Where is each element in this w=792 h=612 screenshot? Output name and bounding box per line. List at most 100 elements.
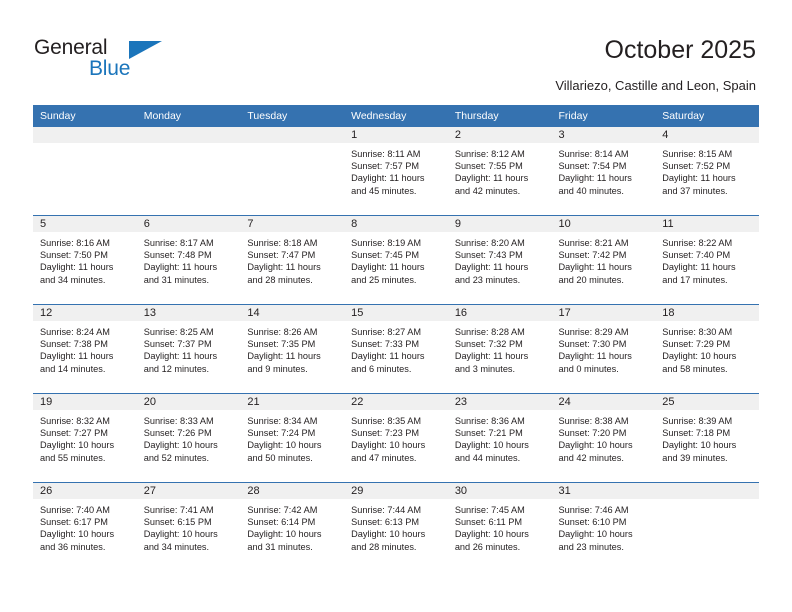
day-number: 8 — [344, 216, 448, 232]
sunset-text: Sunset: 7:50 PM — [40, 250, 108, 261]
daylight-text-line2: and 0 minutes. — [558, 363, 619, 374]
sunrise-text: Sunrise: 8:39 AM — [662, 416, 733, 426]
daylight-text-line2: and 37 minutes. — [662, 185, 728, 196]
sunrise-text: Sunrise: 8:25 AM — [143, 327, 214, 337]
calendar-day-cell[interactable]: 9 Sunrise: 8:20 AM Sunset: 7:43 PM Daylight… — [447, 215, 552, 305]
daylight-text-line2: and 6 minutes. — [351, 363, 412, 374]
calendar-day-cell[interactable]: 18 Sunrise: 8:30 AM Sunset: 7:29 PM Dayligh… — [655, 304, 759, 394]
daylight-text-line2: and 28 minutes. — [247, 274, 313, 285]
day-details: Sunrise: 7:44 AM Sunset: 6:13 PM Daylight:… — [344, 499, 448, 553]
day-details: Sunrise: 8:30 AM Sunset: 7:29 PM Daylight:… — [655, 321, 759, 375]
calendar-day-cell[interactable]: 5 Sunrise: 8:16 AM Sunset: 7:50 PM Daylight… — [33, 215, 137, 305]
day-number — [136, 127, 241, 143]
daylight-text-line2: and 47 minutes. — [351, 452, 417, 463]
daylight-text-line1: Daylight: 10 hours — [454, 440, 529, 451]
calendar-day-cell[interactable]: 19 Sunrise: 8:32 AM Sunset: 7:27 PM Dayligh… — [33, 393, 137, 483]
day-details: Sunrise: 8:39 AM Sunset: 7:18 PM Daylight:… — [655, 410, 759, 464]
sunset-text: Sunset: 6:11 PM — [454, 517, 523, 528]
calendar-day-cell[interactable]: 24 Sunrise: 8:38 AM Sunset: 7:20 PM Dayligh… — [551, 393, 656, 483]
sunset-text: Sunset: 6:17 PM — [40, 517, 108, 528]
calendar-day-cell[interactable]: 22 Sunrise: 8:35 AM Sunset: 7:23 PM Dayligh… — [344, 393, 448, 483]
calendar-day-cell[interactable]: 4 Sunrise: 8:15 AM Sunset: 7:52 PM Daylight… — [655, 127, 759, 216]
sunset-text: Sunset: 7:32 PM — [454, 339, 523, 350]
daylight-text-line1: Daylight: 11 hours — [454, 173, 529, 184]
day-details: Sunrise: 8:24 AM Sunset: 7:38 PM Daylight:… — [33, 321, 137, 375]
calendar-day-cell[interactable]: 16 Sunrise: 8:28 AM Sunset: 7:32 PM Dayligh… — [447, 304, 552, 394]
sunrise-text: Sunrise: 8:30 AM — [662, 327, 733, 337]
calendar-day-cell[interactable]: 1 Sunrise: 8:11 AM Sunset: 7:57 PM Daylight… — [344, 127, 448, 216]
calendar-day-cell[interactable]: 25 Sunrise: 8:39 AM Sunset: 7:18 PM Dayligh… — [655, 393, 759, 483]
page-subtitle: Villariezo, Castille and Leon, Spain — [555, 78, 756, 93]
daylight-text-line2: and 14 minutes. — [40, 363, 106, 374]
weekday-header-saturday: Saturday — [655, 105, 759, 127]
daylight-text-line1: Daylight: 10 hours — [143, 440, 218, 451]
day-number: 31 — [551, 483, 656, 499]
calendar-day-cell[interactable]: 12 Sunrise: 8:24 AM Sunset: 7:38 PM Dayligh… — [33, 304, 137, 394]
daylight-text-line1: Daylight: 11 hours — [351, 351, 425, 362]
daylight-text-line2: and 23 minutes. — [454, 274, 521, 285]
day-details: Sunrise: 8:17 AM Sunset: 7:48 PM Daylight:… — [137, 232, 241, 286]
calendar-day-cell[interactable]: 29 Sunrise: 7:44 AM Sunset: 6:13 PM Dayligh… — [344, 482, 448, 571]
day-details: Sunrise: 8:22 AM Sunset: 7:40 PM Daylight:… — [655, 232, 759, 286]
day-number: 26 — [33, 483, 137, 499]
calendar-day-cell[interactable]: 28 Sunrise: 7:42 AM Sunset: 6:14 PM Dayligh… — [240, 482, 345, 571]
weekday-header-monday: Monday — [136, 105, 241, 127]
calendar-day-cell[interactable]: 17 Sunrise: 8:29 AM Sunset: 7:30 PM Dayligh… — [551, 304, 656, 394]
day-number: 13 — [136, 305, 241, 321]
calendar-day-cell[interactable]: 3 Sunrise: 8:14 AM Sunset: 7:54 PM Daylight… — [551, 127, 656, 216]
sunrise-text: Sunrise: 7:42 AM — [247, 505, 318, 515]
day-number: 14 — [240, 305, 345, 321]
calendar-cell-empty — [655, 482, 759, 571]
sunset-text: Sunset: 7:52 PM — [662, 161, 731, 172]
sunset-text: Sunset: 7:21 PM — [454, 428, 523, 439]
sunrise-text: Sunrise: 7:41 AM — [143, 505, 214, 515]
calendar-day-cell[interactable]: 7 Sunrise: 8:18 AM Sunset: 7:47 PM Daylight… — [240, 215, 345, 305]
calendar-day-cell[interactable]: 23 Sunrise: 8:36 AM Sunset: 7:21 PM Dayligh… — [447, 393, 552, 483]
weekday-header-wednesday: Wednesday — [344, 105, 448, 127]
calendar-day-cell[interactable]: 11 Sunrise: 8:22 AM Sunset: 7:40 PM Dayligh… — [655, 215, 759, 305]
daylight-text-line2: and 26 minutes. — [454, 541, 521, 552]
calendar-day-cell[interactable]: 31 Sunrise: 7:46 AM Sunset: 6:10 PM Dayligh… — [551, 482, 656, 571]
day-number — [655, 483, 759, 499]
day-details: Sunrise: 8:25 AM Sunset: 7:37 PM Daylight:… — [137, 321, 241, 375]
sunset-text: Sunset: 6:15 PM — [143, 517, 212, 528]
calendar-day-cell[interactable]: 15 Sunrise: 8:27 AM Sunset: 7:33 PM Dayligh… — [344, 304, 448, 394]
day-number: 5 — [33, 216, 137, 232]
calendar-day-cell[interactable]: 2 Sunrise: 8:12 AM Sunset: 7:55 PM Daylight… — [447, 127, 552, 216]
sunrise-text: Sunrise: 8:27 AM — [351, 327, 422, 337]
day-number: 10 — [551, 216, 656, 232]
day-number: 11 — [655, 216, 759, 232]
daylight-text-line2: and 34 minutes. — [40, 274, 106, 285]
calendar-day-cell[interactable]: 10 Sunrise: 8:21 AM Sunset: 7:42 PM Dayligh… — [551, 215, 656, 305]
daylight-text-line1: Daylight: 11 hours — [662, 173, 736, 184]
day-details: Sunrise: 7:42 AM Sunset: 6:14 PM Daylight:… — [240, 499, 344, 553]
sunset-text: Sunset: 7:24 PM — [247, 428, 316, 439]
calendar-body: 1 Sunrise: 8:11 AM Sunset: 7:57 PM Daylight… — [33, 127, 759, 571]
day-number: 4 — [655, 127, 759, 143]
calendar-day-cell[interactable]: 27 Sunrise: 7:41 AM Sunset: 6:15 PM Dayligh… — [136, 482, 241, 571]
day-details: Sunrise: 8:33 AM Sunset: 7:26 PM Daylight:… — [137, 410, 241, 464]
calendar-day-cell[interactable]: 30 Sunrise: 7:45 AM Sunset: 6:11 PM Dayligh… — [447, 482, 552, 571]
calendar-day-cell[interactable]: 26 Sunrise: 7:40 AM Sunset: 6:17 PM Dayligh… — [33, 482, 137, 571]
calendar-day-cell[interactable]: 14 Sunrise: 8:26 AM Sunset: 7:35 PM Dayligh… — [240, 304, 345, 394]
calendar-day-cell[interactable]: 21 Sunrise: 8:34 AM Sunset: 7:24 PM Dayligh… — [240, 393, 345, 483]
logo-text-blue: Blue — [89, 57, 131, 80]
sunrise-text: Sunrise: 8:22 AM — [662, 238, 733, 248]
day-details: Sunrise: 8:16 AM Sunset: 7:50 PM Daylight:… — [33, 232, 137, 286]
calendar-day-cell[interactable]: 6 Sunrise: 8:17 AM Sunset: 7:48 PM Daylight… — [136, 215, 241, 305]
calendar-cell-empty — [240, 127, 345, 216]
sunrise-text: Sunrise: 8:16 AM — [40, 238, 110, 248]
daylight-text-line2: and 31 minutes. — [143, 274, 210, 285]
general-blue-logo[interactable]: General Blue — [34, 36, 254, 86]
calendar-day-cell[interactable]: 13 Sunrise: 8:25 AM Sunset: 7:37 PM Dayligh… — [136, 304, 241, 394]
daylight-text-line1: Daylight: 10 hours — [40, 529, 115, 540]
calendar-week-row: 1 Sunrise: 8:11 AM Sunset: 7:57 PM Daylight… — [33, 127, 759, 216]
day-number: 18 — [655, 305, 759, 321]
sunset-text: Sunset: 7:37 PM — [143, 339, 212, 350]
daylight-text-line1: Daylight: 10 hours — [247, 529, 322, 540]
daylight-text-line2: and 23 minutes. — [558, 541, 624, 552]
calendar-day-cell[interactable]: 8 Sunrise: 8:19 AM Sunset: 7:45 PM Daylight… — [344, 215, 448, 305]
sunrise-text: Sunrise: 8:19 AM — [351, 238, 422, 248]
calendar-day-cell[interactable]: 20 Sunrise: 8:33 AM Sunset: 7:26 PM Dayligh… — [136, 393, 241, 483]
daylight-text-line1: Daylight: 10 hours — [662, 351, 737, 362]
